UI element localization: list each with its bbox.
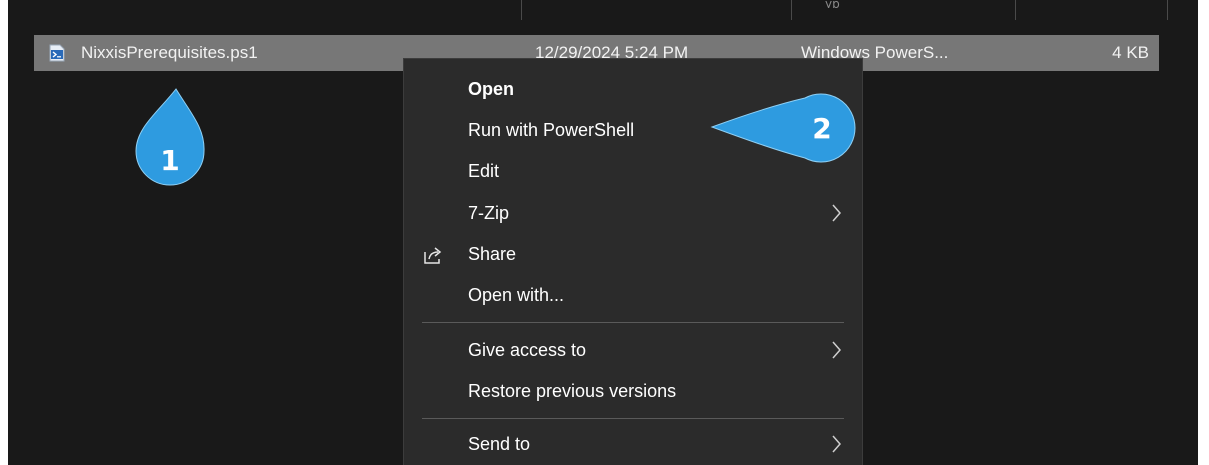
chevron-right-icon — [832, 341, 841, 359]
menu-item-restore-previous-versions[interactable]: Restore previous versions — [404, 371, 862, 411]
menu-item-open-with[interactable]: Open with... — [404, 275, 862, 315]
menu-item-run-with-powershell[interactable]: Run with PowerShell — [404, 110, 862, 150]
powershell-script-icon — [48, 44, 66, 62]
menu-item-label: Open — [468, 79, 515, 99]
menu-separator — [422, 418, 844, 419]
menu-item-label: Send to — [468, 434, 531, 454]
column-divider[interactable] — [1167, 0, 1168, 20]
menu-item-edit[interactable]: Edit — [404, 151, 862, 191]
share-icon — [424, 247, 442, 264]
context-menu: Open Run with PowerShell Edit 7-Zip Shar… — [403, 58, 863, 465]
menu-item-label: Run with PowerShell — [468, 120, 635, 140]
menu-item-share[interactable]: Share — [404, 234, 862, 274]
menu-item-give-access-to[interactable]: Give access to — [404, 330, 862, 370]
menu-item-open[interactable]: Open — [404, 69, 862, 109]
menu-item-7zip[interactable]: 7-Zip — [404, 193, 862, 233]
menu-item-label: Share — [468, 244, 517, 264]
file-size: 4 KB — [1112, 43, 1149, 62]
column-divider[interactable] — [521, 0, 522, 20]
menu-item-send-to[interactable]: Send to — [404, 424, 862, 464]
chevron-right-icon — [832, 435, 841, 453]
menu-item-label: 7-Zip — [468, 203, 510, 223]
menu-item-label: Restore previous versions — [468, 381, 677, 401]
column-header-type[interactable]: yp — [825, 0, 840, 8]
column-divider[interactable] — [791, 0, 792, 20]
menu-separator — [422, 322, 844, 323]
file-name: NixxisPrerequisites.ps1 — [81, 43, 258, 62]
column-divider[interactable] — [1015, 0, 1016, 20]
chevron-right-icon — [832, 204, 841, 222]
menu-item-label: Give access to — [468, 340, 587, 360]
menu-item-label: Edit — [468, 161, 500, 181]
menu-item-label: Open with... — [468, 285, 565, 305]
